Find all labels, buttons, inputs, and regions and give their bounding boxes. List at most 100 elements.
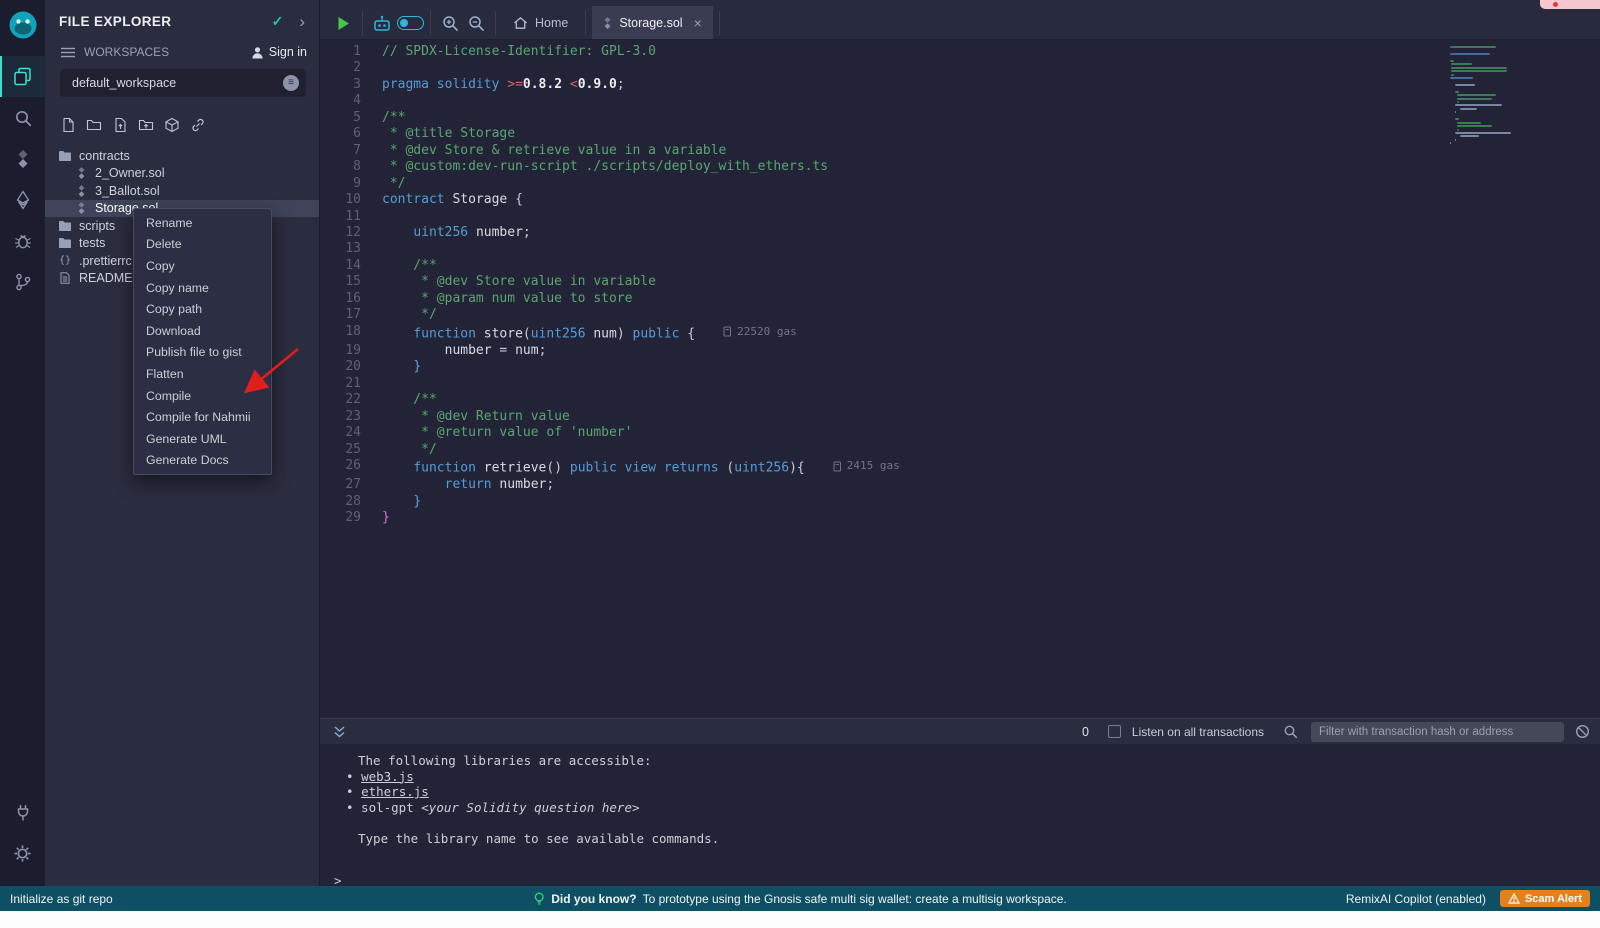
code-line-23[interactable]: 23 * @dev Return value [320,409,900,425]
code-line-21[interactable]: 21 [320,376,900,392]
zoom-out-icon[interactable] [463,14,489,32]
code-editor: 1// SPDX-License-Identifier: GPL-3.02 3p… [320,40,1600,718]
run-script-button[interactable] [330,16,356,31]
ai-copilot-toggle[interactable] [397,16,424,30]
hamburger-menu-icon[interactable] [61,47,75,58]
tree-label: README. [79,271,136,285]
new-file-icon[interactable] [60,117,76,133]
workspaces-label: WORKSPACES [84,45,169,59]
file-3-ballot-sol[interactable]: 3_Ballot.sol [45,182,319,200]
minimap[interactable] [1450,46,1512,146]
terminal[interactable]: The following libraries are accessible:•… [320,744,1600,886]
code-line-6[interactable]: 6 * @title Storage [320,126,900,142]
context-menu-item-compile-for-nahmii[interactable]: Compile for Nahmii [134,406,271,428]
scam-alert-button[interactable]: Scam Alert [1500,890,1590,907]
code-line-27[interactable]: 27 return number; [320,477,900,493]
code-line-28[interactable]: 28 } [320,494,900,510]
transaction-filter-input[interactable] [1311,722,1564,742]
tab-home[interactable]: Home [502,6,579,39]
code-line-29[interactable]: 29} [320,510,900,526]
listen-transactions-checkbox[interactable] [1108,725,1121,738]
terminal-link-ethers-js[interactable]: ethers.js [361,784,429,799]
line-number: 18 [320,324,382,343]
search-transactions-icon[interactable] [1283,724,1298,739]
context-menu-item-copy-path[interactable]: Copy path [134,298,271,320]
settings-icon[interactable] [0,833,45,874]
code-line-4[interactable]: 4 [320,93,900,109]
context-menu-item-flatten[interactable]: Flatten [134,363,271,385]
code-line-18[interactable]: 18 function store(uint256 num) public {2… [320,324,900,343]
code-line-1[interactable]: 1// SPDX-License-Identifier: GPL-3.0 [320,44,900,60]
context-menu-item-download[interactable]: Download [134,320,271,342]
zoom-in-icon[interactable] [437,14,463,32]
code-line-12[interactable]: 12 uint256 number; [320,225,900,241]
chevron-right-icon[interactable]: › [299,17,305,27]
upload-file-icon[interactable] [112,117,128,133]
terminal-expand-icon[interactable] [333,725,346,739]
close-tab-icon[interactable]: × [694,17,702,29]
context-menu-item-generate-docs[interactable]: Generate Docs [134,450,271,472]
gas-estimate-badge: 22520 gas [723,324,797,340]
line-number: 24 [320,425,382,441]
folder-contracts[interactable]: contracts [45,147,319,165]
code-line-10[interactable]: 10contract Storage { [320,192,900,208]
context-menu-item-generate-uml[interactable]: Generate UML [134,428,271,450]
code-line-19[interactable]: 19 number = num; [320,343,900,359]
git-init-button[interactable]: Initialize as git repo [10,892,113,906]
line-number: 13 [320,241,382,257]
code-line-26[interactable]: 26 function retrieve() public view retur… [320,458,900,477]
remix-logo-icon[interactable] [6,8,40,42]
file-explorer-icon[interactable] [0,56,45,97]
context-menu-item-copy-name[interactable]: Copy name [134,277,271,299]
deploy-run-icon[interactable] [0,179,45,220]
debugger-icon[interactable] [0,220,45,261]
file-toolbar [45,107,319,142]
code-line-22[interactable]: 22 /** [320,392,900,408]
workspace-select[interactable]: default_workspace ≡ [60,69,306,97]
plugin-manager-icon[interactable] [0,792,45,833]
code-line-20[interactable]: 20 } [320,359,900,375]
upload-folder-icon[interactable] [138,117,154,133]
code-line-8[interactable]: 8 * @custom:dev-run-script ./scripts/dep… [320,159,900,175]
context-menu-item-compile[interactable]: Compile [134,385,271,407]
line-number: 29 [320,510,382,526]
clear-console-icon[interactable] [1575,724,1590,739]
sign-in-button[interactable]: Sign in [251,45,307,59]
line-number: 17 [320,307,382,323]
code-lines[interactable]: 1// SPDX-License-Identifier: GPL-3.02 3p… [320,44,900,527]
context-menu-item-delete[interactable]: Delete [134,234,271,256]
code-line-15[interactable]: 15 * @dev Store value in variable [320,274,900,290]
code-line-17[interactable]: 17 */ [320,307,900,323]
link-remixd-icon[interactable] [190,117,206,133]
terminal-link-web3-js[interactable]: web3.js [361,769,414,784]
code-line-16[interactable]: 16 * @param num value to store [320,291,900,307]
code-line-5[interactable]: 5/** [320,110,900,126]
solidity-compiler-icon[interactable] [0,138,45,179]
code-line-3[interactable]: 3pragma solidity >=0.8.2 <0.9.0; [320,77,900,93]
line-number: 20 [320,359,382,375]
workspace-options-icon[interactable]: ≡ [283,75,299,91]
file-icon [58,272,72,284]
code-line-24[interactable]: 24 * @return value of 'number' [320,425,900,441]
code-line-25[interactable]: 25 */ [320,442,900,458]
code-line-14[interactable]: 14 /** [320,258,900,274]
context-menu-item-publish-file-to-gist[interactable]: Publish file to gist [134,342,271,364]
publish-ipfs-icon[interactable] [164,117,180,133]
code-line-13[interactable]: 13 [320,241,900,257]
ai-assistant-icon[interactable] [369,15,395,32]
line-number: 3 [320,77,382,93]
code-line-2[interactable]: 2 [320,60,900,76]
git-icon[interactable] [0,261,45,302]
tab-storage-sol[interactable]: Storage.sol × [592,6,712,39]
record-dot [1553,2,1558,7]
code-line-11[interactable]: 11 [320,209,900,225]
context-menu-item-copy[interactable]: Copy [134,255,271,277]
context-menu-item-rename[interactable]: Rename [134,212,271,234]
check-icon[interactable]: ✓ [272,13,284,30]
new-folder-icon[interactable] [86,117,102,133]
search-icon[interactable] [0,97,45,138]
code-line-9[interactable]: 9 */ [320,176,900,192]
workspace-selected-value: default_workspace [72,76,176,90]
file-2-owner-sol[interactable]: 2_Owner.sol [45,165,319,183]
code-line-7[interactable]: 7 * @dev Store & retrieve value in a var… [320,143,900,159]
